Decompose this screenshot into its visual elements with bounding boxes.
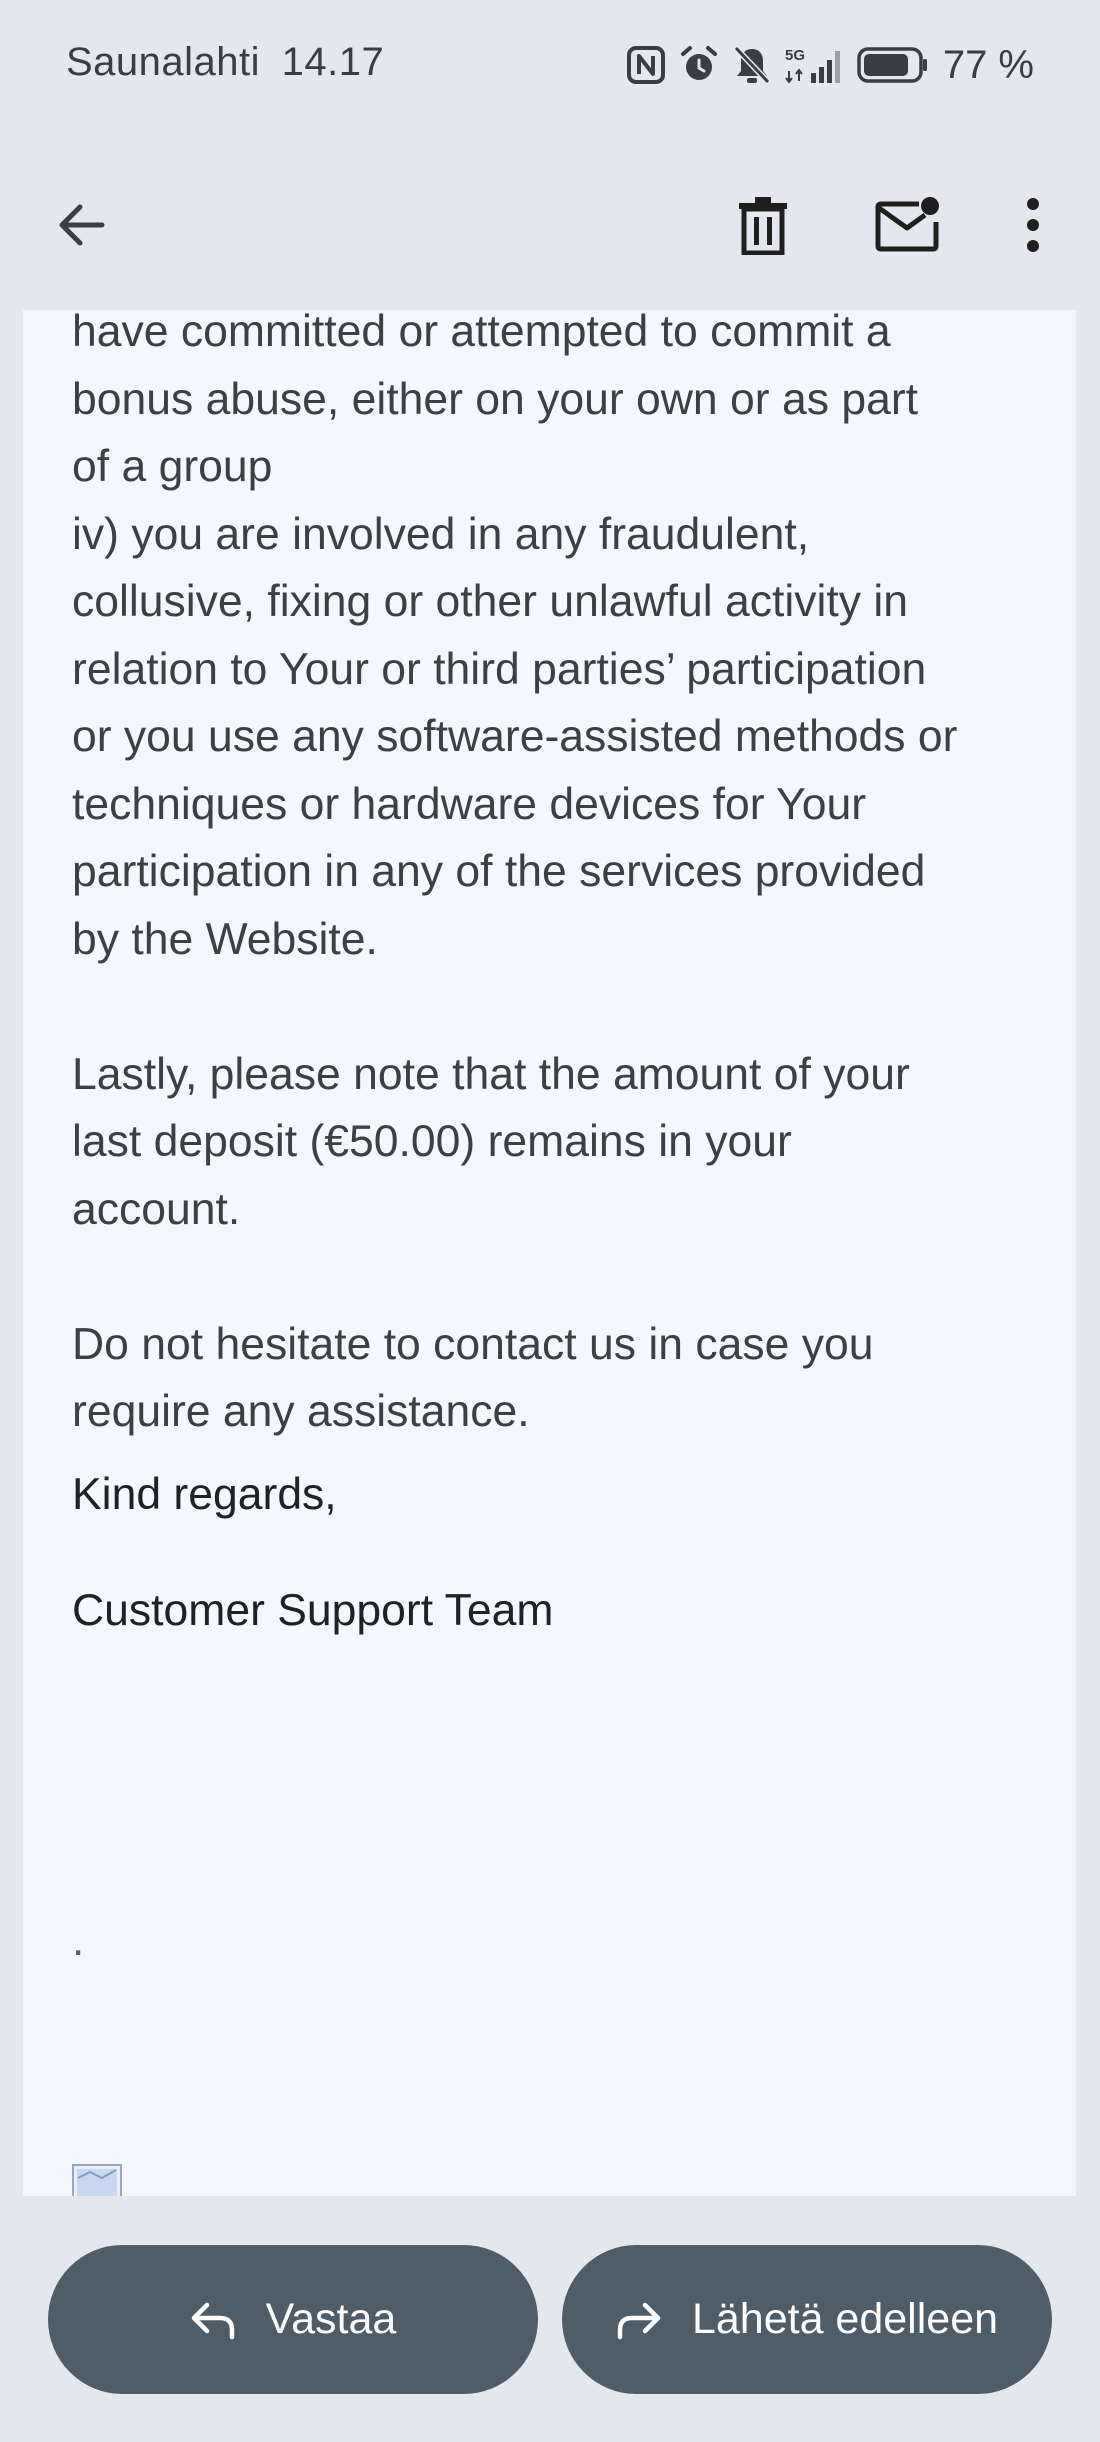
clock: 14.17 — [281, 40, 385, 84]
trash-icon — [739, 197, 787, 255]
reply-label: Vastaa — [265, 2295, 397, 2343]
body-line: Do not hesitate to contact us in case yo… — [72, 1319, 874, 1369]
svg-text:5G: 5G — [785, 47, 805, 64]
more-vert-icon — [1027, 198, 1039, 252]
body-line: iv) you are involved in any fraudulent, — [72, 509, 810, 559]
mark-unread-icon — [875, 197, 939, 252]
body-line: have committed or attempted to commit a — [72, 310, 891, 356]
reply-icon — [191, 2302, 234, 2339]
battery-percentage: 77 % — [942, 42, 1034, 87]
battery-icon — [857, 47, 929, 83]
contact-paragraph: Do not hesitate to contact us in case yo… — [72, 1311, 1072, 1446]
delete-button[interactable] — [713, 175, 813, 275]
notifications-off-icon — [733, 45, 771, 85]
forward-icon — [617, 2302, 661, 2339]
carrier-name: Saunalahti — [66, 40, 261, 84]
back-arrow-icon — [59, 204, 105, 246]
body-line: participation in any of the services pro… — [72, 847, 926, 896]
body-line: bonus abuse, either on your own or as pa… — [72, 374, 919, 424]
body-line: of a group — [72, 442, 273, 491]
body-line: Lastly, please note that the amount of y… — [72, 1049, 910, 1099]
closing-text: Kind regards, — [72, 1470, 337, 1519]
trailing-dot: . — [72, 1916, 85, 1965]
signal-icon: 5G — [785, 45, 843, 85]
bottom-action-bar: Vastaa Lähetä edelleen — [0, 2196, 1100, 2442]
deposit-paragraph: Lastly, please note that the amount of y… — [72, 1041, 1072, 1244]
broken-image-icon — [72, 2164, 122, 2196]
status-bar: Saunalahti 14.17 5G 77 % — [0, 0, 1100, 140]
nfc-icon — [626, 46, 665, 84]
terms-paragraph: have committed or attempted to commit a … — [72, 310, 1072, 973]
body-line: require any assistance. — [72, 1387, 530, 1436]
body-line: collusive, fixing or other unlawful acti… — [72, 577, 908, 626]
signature-text: Customer Support Team — [72, 1586, 554, 1635]
back-button[interactable] — [32, 175, 132, 275]
body-line: relation to Your or third parties’ parti… — [72, 644, 927, 694]
email-body-text: have committed or attempted to commit a … — [72, 310, 1072, 1446]
reply-button[interactable]: Vastaa — [48, 2245, 538, 2394]
more-options-button[interactable] — [983, 175, 1083, 275]
forward-button[interactable]: Lähetä edelleen — [562, 2245, 1052, 2394]
body-line: techniques or hardware devices for Your — [72, 779, 867, 829]
body-line: or you use any software-assisted methods… — [72, 712, 958, 761]
status-carrier-time: Saunalahti 14.17 — [66, 40, 384, 85]
body-line: account. — [72, 1184, 241, 1234]
email-toolbar — [0, 140, 1100, 310]
forward-label: Lähetä edelleen — [691, 2295, 999, 2343]
body-line: by the Website. — [72, 914, 378, 964]
alarm-icon — [679, 45, 719, 85]
email-body: have committed or attempted to commit a … — [23, 310, 1076, 2196]
status-icons: 5G 77 % — [626, 40, 1034, 90]
mark-unread-button[interactable] — [858, 175, 958, 275]
body-line: last deposit (€50.00) remains in your — [72, 1117, 792, 1166]
